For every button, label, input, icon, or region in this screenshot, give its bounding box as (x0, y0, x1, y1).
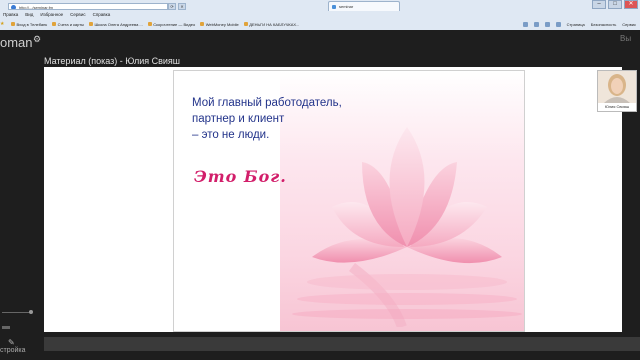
quote-line: Мой главный работодатель, (192, 97, 342, 109)
menu-edit[interactable]: Правка (3, 11, 18, 19)
tools-menu[interactable]: Сервис (622, 22, 636, 27)
bookmark-icon (89, 22, 93, 26)
nav-buttons: ⟳ ✕ (168, 3, 186, 10)
setup-label[interactable]: стройка (0, 347, 26, 354)
favorite-item[interactable]: WebMoney Mobile (200, 22, 239, 27)
safety-menu[interactable]: Безопасность (591, 22, 617, 27)
bookmark-icon (10, 22, 15, 26)
bookmark-icon (243, 22, 248, 26)
volume-slider-knob[interactable] (29, 310, 33, 314)
menu-view[interactable]: Вид (25, 11, 33, 19)
settings-icon[interactable]: ⚙ (33, 34, 41, 45)
share-pod: Мой главный работодатель, партнер и клие… (44, 67, 622, 332)
webcam-video (598, 71, 636, 103)
window-controls: – □ ✕ (592, 0, 638, 9)
left-controls: ✎ стройка (0, 310, 40, 354)
home-icon[interactable] (522, 21, 528, 27)
favorite-item[interactable]: ДЕНЬГИ НА КАБЛУЧКАХ... (243, 22, 299, 27)
webcam-pod[interactable]: Юлия Свияш (597, 70, 637, 112)
address-text: http://.../seminar.fm (19, 5, 54, 10)
menu-help[interactable]: Справка (93, 11, 111, 19)
quote-line: партнер и клиент (192, 113, 285, 125)
star-icon: ★ (0, 21, 5, 27)
menu-tools[interactable]: Сервис (70, 11, 85, 19)
slide-emphasis: Это Бог. (194, 167, 287, 186)
favorite-item[interactable]: Вход в Телебанк (10, 22, 47, 27)
page-menu[interactable]: Страница (567, 22, 585, 27)
webcam-name: Юлия Свияш (604, 104, 630, 109)
menu-favorites[interactable]: Избранное (40, 11, 63, 19)
tab-label: seminar (339, 4, 354, 9)
bookmark-icon (52, 22, 57, 26)
favorite-item[interactable]: Школа Олега Андреева ... (89, 22, 143, 27)
tab-seminar[interactable]: seminar (328, 1, 400, 11)
minimize-icon[interactable]: – (592, 0, 606, 9)
secondary-slider[interactable] (2, 326, 10, 329)
favorite-item[interactable]: Счета и карты (52, 22, 84, 27)
address-bar[interactable]: http://.../seminar.fm (8, 3, 168, 10)
stop-icon[interactable]: ✕ (178, 3, 186, 10)
volume-slider[interactable] (2, 312, 32, 313)
feeds-icon[interactable] (533, 21, 539, 27)
bottom-bar (44, 337, 640, 351)
print-icon[interactable] (555, 21, 561, 27)
favorite-item[interactable]: Скорочтение — Видео (147, 22, 195, 27)
meeting-app: oman ⚙ Вы Материал (показ) - Юлия Свияш (0, 30, 640, 360)
wrench-icon[interactable]: ✎ (8, 338, 15, 347)
favorites-star[interactable]: ★ (0, 21, 6, 27)
command-bar: Страница Безопасность Сервис (522, 19, 636, 29)
presentation-slide: Мой главный работодатель, партнер и клие… (173, 70, 525, 332)
slide-quote: Мой главный работодатель, партнер и клие… (192, 95, 402, 143)
bookmark-icon (200, 22, 205, 26)
maximize-icon[interactable]: □ (608, 0, 622, 9)
quote-line: – это не люди. (192, 129, 270, 141)
presenter-avatar (598, 71, 636, 103)
site-icon (11, 5, 16, 9)
close-icon[interactable]: ✕ (624, 0, 638, 9)
exit-link[interactable]: Вы (620, 34, 631, 43)
browser-chrome: http://.../seminar.fm ⟳ ✕ seminar – □ ✕ … (0, 0, 640, 31)
refresh-icon[interactable]: ⟳ (168, 3, 176, 10)
menu-bar: Правка Вид Избранное Сервис Справка (0, 11, 110, 19)
pod-title: Материал (показ) - Юлия Свияш (44, 56, 181, 66)
bookmark-icon (147, 22, 152, 26)
mail-icon[interactable] (544, 21, 550, 27)
app-brand: oman (0, 35, 33, 50)
tab-icon (332, 5, 336, 9)
